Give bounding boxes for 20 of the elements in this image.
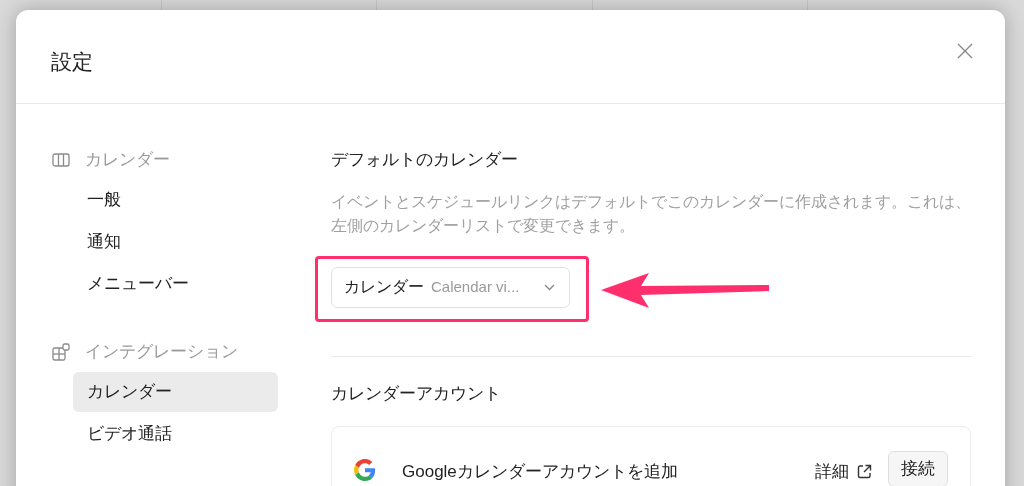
sidebar-item[interactable]: カレンダー (73, 372, 278, 412)
calendar-select[interactable]: カレンダー Calendar vi... (331, 266, 570, 308)
sidebar-item[interactable]: メニューバー (73, 264, 278, 304)
sidebar-item[interactable]: ビデオ通話 (73, 414, 278, 454)
sidebar-item[interactable]: 通知 (73, 222, 278, 262)
connect-button[interactable]: 接続 (888, 451, 948, 486)
blocks-icon (52, 343, 70, 361)
section-heading: デフォルトのカレンダー (331, 149, 519, 171)
description-text: イベントとスケジュールリンクはデフォルトでこのカレンダーに作成されます。これは、左側のカレンダーリストで変更できます。 (331, 191, 971, 236)
google-logo-icon (354, 459, 376, 481)
sidebar-section-label: インテグレーション (85, 341, 238, 364)
section-heading: カレンダーアカウント (331, 382, 502, 405)
details-link[interactable]: 詳細 (815, 459, 872, 485)
dialog-title: 設定 (51, 49, 93, 75)
chevron-down-icon (544, 283, 555, 291)
sidebar-section-label: カレンダー (85, 149, 170, 172)
account-label: Googleカレンダーアカウントを追加 (402, 461, 678, 483)
external-link-icon (857, 464, 872, 480)
columns-icon (52, 153, 70, 167)
sidebar-item[interactable]: 一般 (73, 180, 278, 220)
